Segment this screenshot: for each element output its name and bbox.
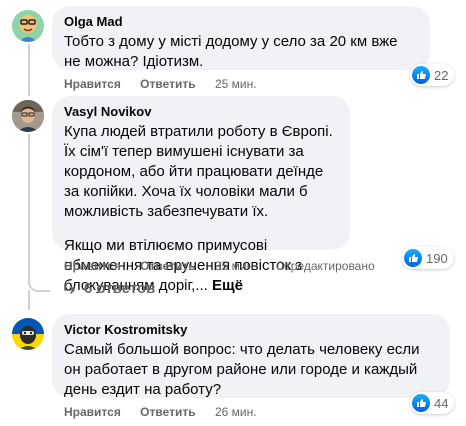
like-button[interactable]: Нравится [64, 259, 121, 273]
reaction-count: 22 [434, 67, 449, 83]
comment-paragraph: Купа людей втратили роботу в Європі. Їх … [64, 123, 333, 220]
masked-avatar-icon [12, 318, 44, 350]
reaction-count-badge[interactable]: 22 [410, 64, 455, 86]
like-button[interactable]: Нравится [64, 77, 121, 91]
comment-timestamp[interactable]: 26 мин. [215, 405, 257, 419]
like-button[interactable]: Нравится [64, 405, 121, 419]
comment-author[interactable]: Victor Kostromitsky [64, 322, 438, 338]
thread-line-mid [28, 134, 30, 284]
comment-timestamp[interactable]: 25 мин. [215, 77, 257, 91]
thread-line-top [28, 44, 30, 96]
view-replies-button[interactable]: 6 ответов [62, 280, 155, 297]
comment-actions: Нравится Ответить 26 мин. [64, 404, 273, 420]
comment-actions: Нравится Ответить 25 мин. [64, 76, 273, 92]
reply-button[interactable]: Ответить [140, 77, 195, 91]
comment-text: Тобто з дому у місті додому у село за 20… [64, 32, 418, 72]
reaction-count: 44 [434, 395, 449, 411]
comment-timestamp[interactable]: 35 мин. [215, 259, 257, 273]
thread-line-bottom [28, 290, 30, 310]
comment-bubble: Olga Mad Тобто з дому у місті додому у с… [52, 6, 430, 70]
comment-actions: Нравится Ответить 35 мин. Отредактирован… [64, 258, 375, 274]
cartoon-avatar-icon [12, 10, 44, 42]
reaction-count-badge[interactable]: 190 [402, 247, 454, 269]
comment-author[interactable]: Vasyl Novikov [64, 104, 338, 120]
replies-count-label: 6 ответов [84, 280, 156, 297]
reply-button[interactable]: Ответить [140, 405, 195, 419]
reaction-count-badge[interactable]: 44 [410, 392, 455, 414]
comment-paragraph: Тобто з дому у місті додому у село за 20… [64, 33, 398, 70]
avatar[interactable] [12, 318, 44, 350]
comment-paragraph: Самый большой вопрос: что делать человек… [64, 341, 420, 398]
comment-text: Самый большой вопрос: что делать человек… [64, 340, 438, 400]
see-more-link[interactable]: Ещё [212, 277, 243, 294]
comment-bubble: Vasyl Novikov Купа людей втратили роботу… [52, 96, 350, 294]
edited-label: Отредактировано [275, 259, 375, 273]
reply-arrow-icon [64, 282, 75, 294]
thread-line-curve [28, 282, 50, 292]
reply-button[interactable]: Ответить [140, 259, 195, 273]
reaction-count: 190 [426, 250, 448, 266]
avatar[interactable] [12, 10, 44, 42]
like-reaction-icon [412, 394, 430, 412]
like-reaction-icon [404, 249, 422, 267]
like-reaction-icon [412, 66, 430, 84]
comment-author[interactable]: Olga Mad [64, 14, 418, 30]
comment-bubble: Victor Kostromitsky Самый большой вопрос… [52, 314, 450, 398]
photo-avatar-icon [12, 100, 44, 132]
avatar[interactable] [12, 100, 44, 132]
